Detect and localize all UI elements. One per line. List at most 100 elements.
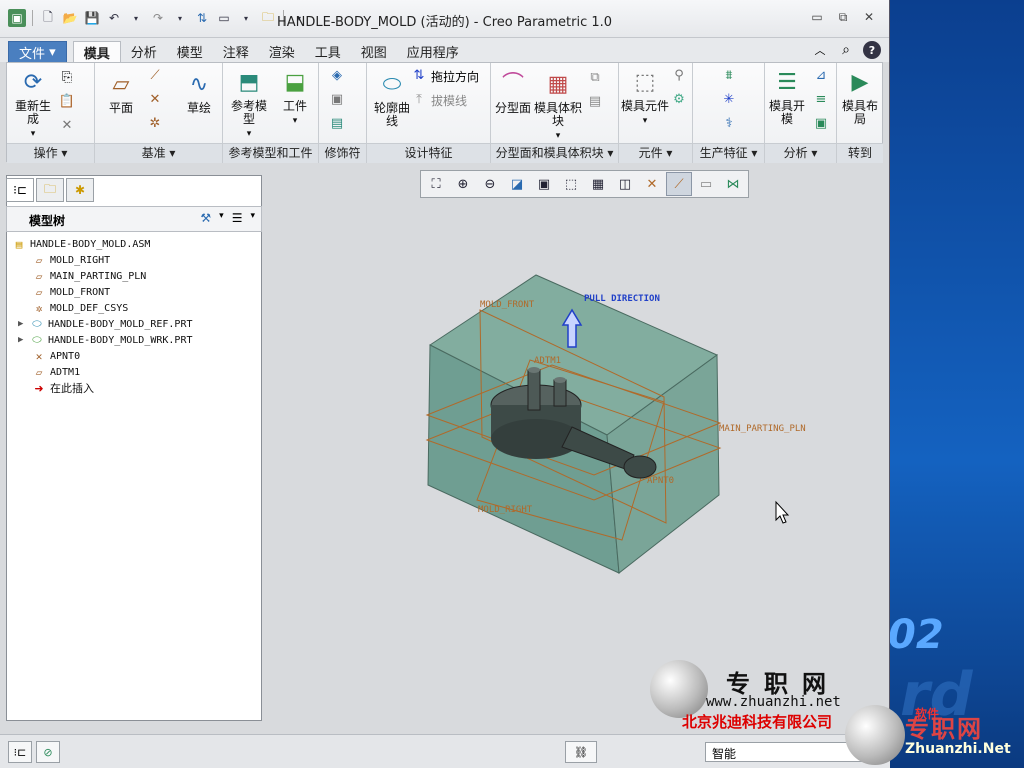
annotation-display-icon[interactable]: ▭: [693, 172, 719, 196]
group-label-components[interactable]: 元件 ▾: [619, 143, 692, 163]
settings-dropdown-icon[interactable]: ▾: [219, 211, 224, 225]
show-icon[interactable]: ☰: [232, 211, 243, 225]
tab-model[interactable]: 模型: [167, 41, 213, 62]
label-adtm1: ADTM1: [534, 356, 561, 366]
repaint-icon[interactable]: ◪: [504, 172, 530, 196]
tree-item-apnt0[interactable]: ✕ APNT0: [12, 348, 258, 364]
collapse-ribbon-icon[interactable]: ︿: [811, 41, 829, 59]
view-manager-icon[interactable]: ▦: [585, 172, 611, 196]
tree-item-mold-front[interactable]: ▱ MOLD_FRONT: [12, 284, 258, 300]
label-mold-right: MOLD_RIGHT: [478, 505, 533, 515]
tab-applications[interactable]: 应用程序: [397, 41, 469, 62]
group-label-design-features[interactable]: 设计特征: [367, 143, 490, 163]
datum-plane-icon: ▱: [35, 285, 43, 299]
split-icon[interactable]: ⧉: [587, 69, 603, 85]
tree-item-main-parting[interactable]: ▱ MAIN_PARTING_PLN: [12, 268, 258, 284]
draft-check-icon[interactable]: ⊿: [813, 67, 829, 83]
pull-direction-icon[interactable]: ⇅: [411, 67, 427, 83]
mold-volume-button[interactable]: ▦ 模具体积块 ▾: [533, 69, 583, 143]
zoom-in-icon[interactable]: ⊕: [450, 172, 476, 196]
settings-icon[interactable]: ⚒: [200, 211, 211, 225]
zoom-out-icon[interactable]: ⊖: [477, 172, 503, 196]
group-label-operations[interactable]: 操作 ▾: [7, 143, 94, 163]
navigator-toggle-icon[interactable]: ⁝⊏: [8, 741, 32, 763]
show-dropdown-icon[interactable]: ▾: [250, 211, 255, 225]
draft-line-icon[interactable]: ⤒: [411, 91, 427, 107]
workpiece-button[interactable]: ⬓ 工件 ▾: [273, 67, 317, 128]
csys-icon[interactable]: ✲: [147, 115, 163, 131]
part-pin-2-top: [554, 377, 566, 383]
perspective-icon[interactable]: ◫: [612, 172, 638, 196]
find-icon[interactable]: ⛓: [565, 741, 597, 763]
mold-layout-button[interactable]: ▶ 模具布局: [839, 67, 881, 126]
waterline-icon[interactable]: ✳: [721, 91, 737, 107]
tree-item-csys[interactable]: ✲ MOLD_DEF_CSYS: [12, 300, 258, 316]
tree-item-adtm1[interactable]: ▱ ADTM1: [12, 364, 258, 380]
delete-icon[interactable]: ✕: [59, 117, 75, 133]
group-label-parting-volume[interactable]: 分型面和模具体积块 ▾: [491, 143, 618, 163]
display-style-icon[interactable]: ▣: [531, 172, 557, 196]
plane-button[interactable]: ▱ 平面: [101, 69, 141, 115]
saved-views-icon[interactable]: ⬚: [558, 172, 584, 196]
spin-center-icon[interactable]: ⋈: [720, 172, 746, 196]
tree-item-mold-right[interactable]: ▱ MOLD_RIGHT: [12, 252, 258, 268]
expand-icon[interactable]: ▶: [18, 319, 30, 329]
paste-icon[interactable]: 📋: [59, 93, 75, 109]
tree-item-ref-part[interactable]: ▶ ⬭ HANDLE-BODY_MOLD_REF.PRT: [12, 316, 258, 332]
maximize-icon[interactable]: ⧉: [833, 8, 853, 26]
modifier-icon[interactable]: ▣: [329, 91, 345, 107]
volume-tools-icon[interactable]: ▤: [587, 93, 603, 109]
close-icon[interactable]: ✕: [859, 8, 879, 26]
favorites-tab-icon[interactable]: ✱: [66, 178, 94, 202]
projected-area-icon[interactable]: ▣: [813, 115, 829, 131]
runner-icon[interactable]: ⩩: [721, 67, 737, 83]
sketch-button[interactable]: ∿ 草绘: [179, 69, 219, 115]
tab-mold[interactable]: 模具: [72, 41, 121, 62]
folder-browser-tab-icon[interactable]: 🗀: [36, 178, 64, 202]
tree-item-insert-here[interactable]: ➜ 在此插入: [12, 380, 258, 396]
tab-view[interactable]: 视图: [351, 41, 397, 62]
search-icon[interactable]: ⌕: [837, 41, 855, 59]
tab-annotate[interactable]: 注释: [213, 41, 259, 62]
tab-analysis[interactable]: 分析: [121, 41, 167, 62]
mold-open-button[interactable]: ☰ 模具开模: [767, 67, 807, 126]
tab-tools[interactable]: 工具: [305, 41, 351, 62]
expand-icon[interactable]: ▶: [18, 335, 30, 345]
browser-toggle-icon[interactable]: ⊘: [36, 741, 60, 763]
tab-render[interactable]: 渲染: [259, 41, 305, 62]
datum-planes-toggle-icon[interactable]: ⟋: [666, 172, 692, 196]
draft-line-label[interactable]: 拔模线: [431, 92, 467, 109]
minimize-icon[interactable]: ▭: [807, 8, 827, 26]
mold-component-button[interactable]: ⬚ 模具元件 ▾: [621, 67, 669, 128]
tree-item-wrk-part[interactable]: ▶ ⬭ HANDLE-BODY_MOLD_WRK.PRT: [12, 332, 258, 348]
cast-icon[interactable]: ⚲: [671, 67, 687, 83]
point-icon[interactable]: ✕: [147, 91, 163, 107]
refit-icon[interactable]: ⛶: [423, 172, 449, 196]
graphics-area[interactable]: MOLD_FRONT PULL DIRECTION ADTM1 MAIN_PAR…: [262, 165, 888, 723]
thickness-check-icon[interactable]: ≡: [813, 91, 829, 107]
help-icon[interactable]: ?: [863, 41, 881, 59]
tab-file[interactable]: 文件 ▾: [8, 41, 67, 62]
copy-icon[interactable]: ⎘: [59, 69, 75, 85]
axis-icon[interactable]: ⟋: [147, 67, 163, 83]
datum-display-icon[interactable]: ✕: [639, 172, 665, 196]
group-label-ref-workpiece[interactable]: 参考模型和工件: [223, 143, 318, 163]
ejector-icon[interactable]: ⚕: [721, 115, 737, 131]
group-label-goto[interactable]: 转到: [837, 143, 883, 163]
group-label-analysis[interactable]: 分析 ▾: [765, 143, 836, 163]
shrink-icon[interactable]: ◈: [329, 67, 345, 83]
group-design-features: ⬭ 轮廓曲线 ⇅ 拖拉方向 ⤒ 拔模线 设计特征: [367, 63, 491, 163]
tree-item-assembly[interactable]: ▤ HANDLE-BODY_MOLD.ASM: [12, 236, 258, 252]
assemble-icon[interactable]: ⚙: [671, 91, 687, 107]
mold-3d-view: MOLD_FRONT PULL DIRECTION ADTM1 MAIN_PAR…: [425, 274, 806, 574]
ref-model-button[interactable]: ⬒ 参考模型 ▾: [227, 67, 271, 141]
group-label-modifiers[interactable]: 修饰符: [319, 143, 366, 163]
cavity-icon[interactable]: ▤: [329, 115, 345, 131]
pull-direction-label[interactable]: 拖拉方向: [431, 68, 479, 85]
contour-curve-button[interactable]: ⬭ 轮廓曲线: [369, 69, 415, 128]
parting-surface-button[interactable]: ⌒ 分型面: [493, 69, 533, 115]
regenerate-button[interactable]: ⟳ 重新生成 ▾: [11, 67, 55, 141]
group-label-production-features[interactable]: 生产特征 ▾: [693, 143, 764, 163]
model-tree-tab-icon[interactable]: ⁝⊏: [6, 178, 34, 202]
group-label-datum[interactable]: 基准 ▾: [95, 143, 222, 163]
